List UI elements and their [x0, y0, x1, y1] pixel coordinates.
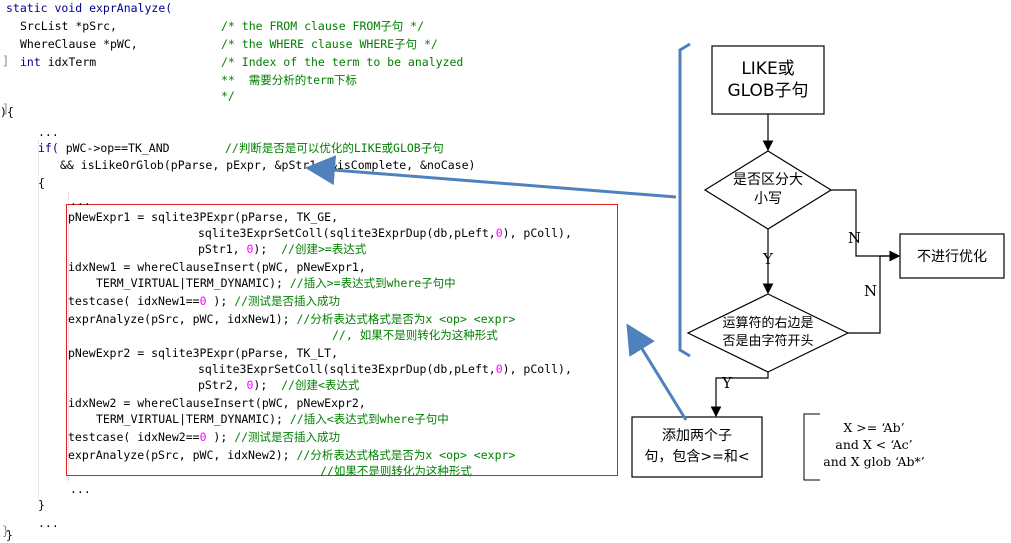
add-clauses-label-line: 添加两个子	[662, 428, 732, 444]
example-line: and X < ‘Ac’	[835, 437, 913, 452]
no-optimize-label: 不进行优化	[917, 249, 987, 265]
example-line: and X glob ‘Ab*’	[823, 454, 925, 469]
decision-2-label-line: 运算符的右边是	[722, 316, 814, 331]
decision-1-label: 是否区分大 小写	[715, 170, 821, 210]
edge-label-n: N	[864, 282, 878, 300]
example-expression: X >= ‘Ab’ and X < ‘Ac’ and X glob ‘Ab*’	[806, 419, 942, 470]
decision-2-label-line: 否是由字符开头	[722, 334, 814, 349]
start-label-line: LIKE或	[741, 59, 795, 79]
blue-arrow-to-condition	[305, 155, 677, 199]
arrow-decision1-no	[831, 189, 901, 262]
decision-1-label-line: 小写	[754, 191, 782, 207]
decision-1-label-line: 是否区分大	[733, 172, 803, 188]
example-line: X >= ‘Ab’	[843, 420, 905, 435]
start-label-line: GLOB子句	[727, 81, 809, 101]
edge-label-y: Y	[722, 374, 732, 392]
edge-label-y: Y	[763, 250, 773, 268]
bracket-line	[678, 42, 691, 358]
edge-label-n: N	[848, 229, 862, 247]
blue-arrow-to-code-block	[626, 323, 688, 421]
add-clauses-label: 添加两个子 句，包含>=和<	[632, 417, 762, 477]
start-label: LIKE或 GLOB子句	[712, 46, 824, 114]
decision-2-label: 运算符的右边是 否是由字符开头	[700, 313, 836, 353]
add-clauses-label-line: 句，包含>=和<	[644, 449, 750, 465]
